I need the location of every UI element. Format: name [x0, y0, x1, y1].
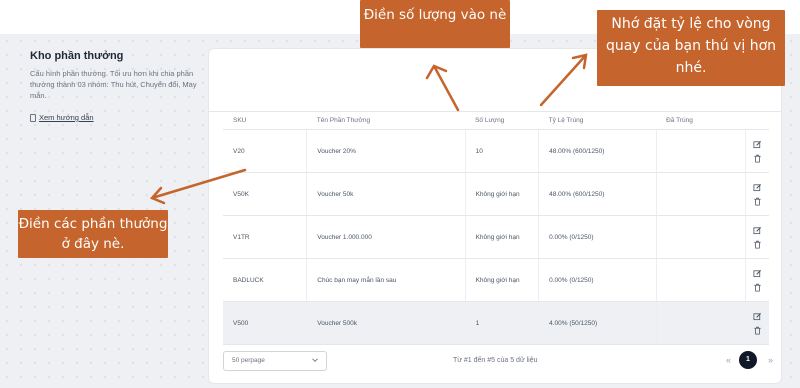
sidebar: Kho phần thưởng Cấu hình phần thưởng. Tố…	[30, 50, 200, 122]
edit-icon[interactable]	[753, 269, 762, 278]
cell-name: Chúc bạn may mắn lần sau	[306, 258, 466, 302]
chevron-down-icon	[312, 358, 318, 362]
cell-rate: 0.00% (0/1250)	[538, 215, 657, 259]
cell-name: Voucher 50k	[306, 172, 466, 216]
row-actions	[745, 129, 769, 173]
edit-icon[interactable]	[753, 226, 762, 235]
column-header-won: Đã Trúng	[656, 111, 746, 130]
cell-sku: BADLUCK	[223, 258, 308, 302]
cell-rate: 0.00% (0/1250)	[538, 258, 657, 302]
column-header-actions	[745, 111, 769, 130]
trash-icon[interactable]	[753, 240, 762, 249]
row-actions	[745, 301, 769, 345]
next-page-button[interactable]: »	[768, 355, 773, 365]
table-row: V50K Voucher 50k Không giới hạn 48.00% (…	[223, 172, 769, 216]
cell-quantity: 10	[465, 129, 540, 173]
cell-won	[656, 172, 747, 216]
callout-rewards: Điền các phần thưởng ở đây nè.	[18, 210, 168, 258]
prev-page-button[interactable]: «	[726, 355, 731, 365]
trash-icon[interactable]	[753, 154, 762, 163]
guide-link[interactable]: Xem hướng dẫn	[30, 113, 200, 122]
cell-quantity: Không giới hạn	[465, 172, 540, 216]
cell-sku: V500	[223, 301, 308, 345]
table-footer: 50 perpage Từ #1 đến #5 của 5 dữ liệu « …	[223, 349, 773, 375]
column-header-name: Tên Phần Thưởng	[306, 111, 466, 130]
current-page-button[interactable]: 1	[739, 351, 757, 369]
cell-sku: V20	[223, 129, 308, 173]
cell-quantity: Không giới hạn	[465, 258, 540, 302]
cell-won	[656, 129, 747, 173]
cell-won	[656, 215, 747, 259]
edit-icon[interactable]	[753, 140, 762, 149]
table-row: V500 Voucher 500k 1 4.00% (50/1250)	[223, 301, 769, 345]
table-header-row: SKU Tên Phần Thưởng Số Lượng Tỷ Lệ Trúng…	[223, 111, 769, 130]
perpage-value: 50 perpage	[232, 357, 265, 364]
cell-sku: V1TR	[223, 215, 308, 259]
column-header-rate: Tỷ Lệ Trúng	[538, 111, 657, 130]
column-header-sku: SKU	[223, 111, 307, 130]
edit-icon[interactable]	[753, 183, 762, 192]
edit-icon[interactable]	[753, 312, 762, 321]
trash-icon[interactable]	[753, 326, 762, 335]
cell-name: Voucher 1.000.000	[306, 215, 466, 259]
table-row: V20 Voucher 20% 10 48.00% (600/1250)	[223, 129, 769, 173]
row-actions	[745, 172, 769, 216]
cell-quantity: 1	[465, 301, 540, 345]
table-row: BADLUCK Chúc bạn may mắn lần sau Không g…	[223, 258, 769, 302]
document-icon	[30, 113, 36, 122]
cell-rate: 48.00% (600/1250)	[538, 129, 657, 173]
table-row: V1TR Voucher 1.000.000 Không giới hạn 0.…	[223, 215, 769, 259]
cell-quantity: Không giới hạn	[465, 215, 540, 259]
callout-quantity: Điền số lượng vào nè	[360, 0, 510, 48]
perpage-select[interactable]: 50 perpage	[223, 351, 327, 371]
sidebar-title: Kho phần thưởng	[30, 50, 124, 62]
rewards-card: SKU Tên Phần Thưởng Số Lượng Tỷ Lệ Trúng…	[208, 48, 782, 384]
row-actions	[745, 258, 769, 302]
cell-sku: V50K	[223, 172, 308, 216]
trash-icon[interactable]	[753, 283, 762, 292]
trash-icon[interactable]	[753, 197, 762, 206]
cell-rate: 48.00% (600/1250)	[538, 172, 657, 216]
cell-won	[656, 258, 747, 302]
cell-won	[656, 301, 747, 345]
cell-rate: 4.00% (50/1250)	[538, 301, 657, 345]
rewards-table: SKU Tên Phần Thưởng Số Lượng Tỷ Lệ Trúng…	[223, 111, 769, 345]
cell-name: Voucher 20%	[306, 129, 466, 173]
column-header-quantity: Số Lượng	[465, 111, 539, 130]
pagination-info: Từ #1 đến #5 của 5 dữ liệu	[453, 357, 538, 364]
callout-rate: Nhớ đặt tỷ lệ cho vòng quay của bạn thú …	[597, 10, 785, 86]
cell-name: Voucher 500k	[306, 301, 466, 345]
row-actions	[745, 215, 769, 259]
guide-link-label: Xem hướng dẫn	[39, 113, 94, 122]
sidebar-description: Cấu hình phần thưởng. Tối ưu hơn khi chi…	[30, 69, 197, 100]
